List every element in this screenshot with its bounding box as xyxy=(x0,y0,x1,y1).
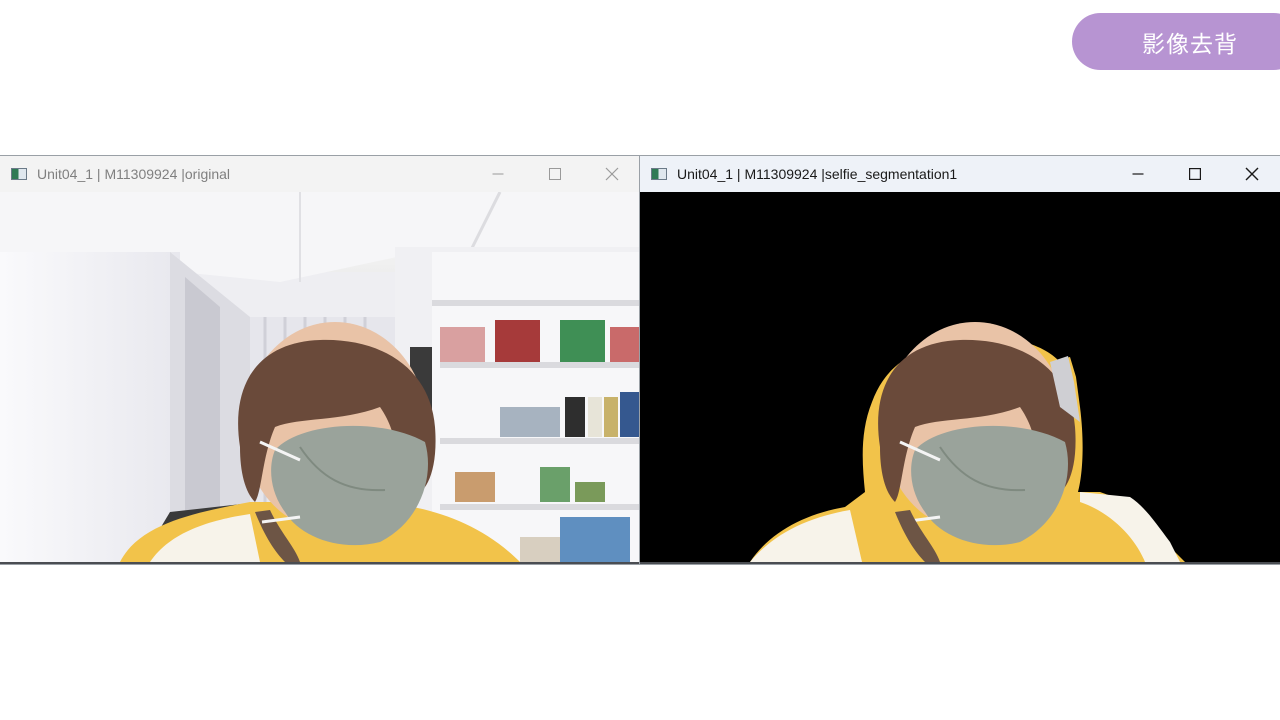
window-bottom-border xyxy=(640,562,1280,564)
segmentation-window-titlebar[interactable]: Unit04_1 | M11309924 |selfie_segmentatio… xyxy=(640,156,1280,192)
minimize-icon xyxy=(492,173,503,175)
window-bottom-border xyxy=(0,562,640,564)
maximize-button[interactable] xyxy=(1166,156,1223,192)
close-button[interactable] xyxy=(583,156,640,192)
maximize-icon xyxy=(1188,168,1201,180)
minimize-button[interactable] xyxy=(469,156,526,192)
close-icon xyxy=(1245,167,1258,181)
minimize-icon xyxy=(1132,173,1143,175)
minimize-button[interactable] xyxy=(1109,156,1166,192)
original-window-titlebar[interactable]: Unit04_1 | M11309924 |original xyxy=(0,156,640,192)
segmentation-window[interactable]: Unit04_1 | M11309924 |selfie_segmentatio… xyxy=(640,156,1280,564)
window-title: Unit04_1 | M11309924 |original xyxy=(37,166,231,182)
segmented-video-frame xyxy=(640,192,1280,562)
maximize-icon xyxy=(548,168,561,180)
original-video-frame xyxy=(0,192,640,562)
window-controls xyxy=(469,156,640,192)
segmented-person-image xyxy=(640,192,1280,562)
title-badge: 影像去背 xyxy=(1072,13,1280,70)
original-camera-image xyxy=(0,192,640,562)
window-title: Unit04_1 | M11309924 |selfie_segmentatio… xyxy=(677,166,958,182)
maximize-button[interactable] xyxy=(526,156,583,192)
app-icon xyxy=(651,168,667,180)
window-controls xyxy=(1109,156,1280,192)
close-button[interactable] xyxy=(1223,156,1280,192)
original-window[interactable]: Unit04_1 | M11309924 |original xyxy=(0,156,640,564)
slide: 影像去背 Unit04_1 | M11309924 |original Unit… xyxy=(0,0,1280,720)
app-icon xyxy=(11,168,27,180)
close-icon xyxy=(605,167,618,181)
